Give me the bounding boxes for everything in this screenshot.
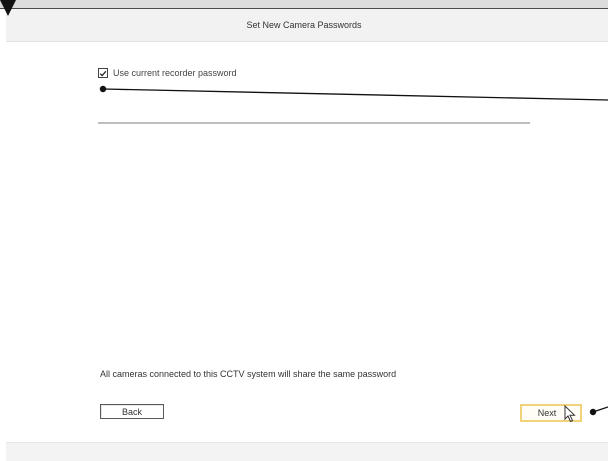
- triangle-marker-icon: [0, 0, 16, 16]
- shared-password-note: All cameras connected to this CCTV syste…: [100, 369, 397, 379]
- dialog-title: Set New Camera Passwords: [246, 20, 362, 30]
- back-button-label: Back: [121, 406, 142, 417]
- dialog-title-bar: Set New Camera Passwords: [6, 9, 608, 42]
- use-recorder-password-label: Use current recorder password: [113, 68, 237, 78]
- check-icon: [99, 70, 107, 77]
- use-recorder-password-checkbox[interactable]: [98, 68, 108, 78]
- camera-password-dialog: Set New Camera Passwords Use current rec…: [6, 9, 608, 461]
- next-button-label: Next: [537, 408, 557, 418]
- page: Set New Camera Passwords Use current rec…: [0, 0, 608, 461]
- top-window-strip: [0, 0, 608, 9]
- back-button[interactable]: Back: [100, 404, 164, 419]
- section-divider: [98, 122, 530, 124]
- mouse-pointer-icon: [564, 405, 576, 423]
- dialog-footer-strip: [6, 442, 608, 461]
- use-recorder-password-option[interactable]: Use current recorder password: [98, 68, 237, 78]
